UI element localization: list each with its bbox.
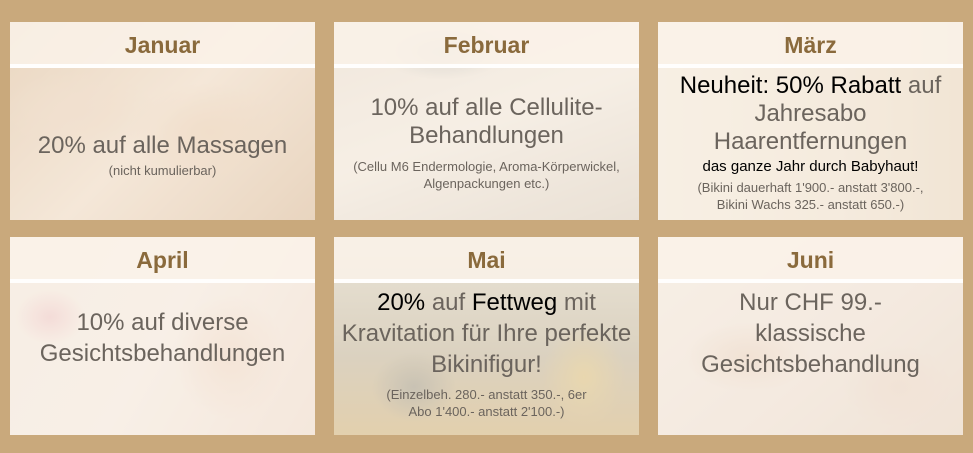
month-title: Juni <box>786 246 835 273</box>
offer-note: (Bikini dauerhaft 1'900.- anstatt 3'800.… <box>697 180 924 212</box>
card-body: 20% auf Fettweg mit Kravitation für Ihre… <box>340 287 633 433</box>
offer-word: auf <box>431 289 466 316</box>
offer-note: (Einzelbeh. 280.- anstatt 350.-, 6er Abo… <box>386 387 587 419</box>
month-title: März <box>784 31 837 58</box>
offer-text: 10% auf diverse Gesichtsbehandlungen <box>39 309 286 367</box>
card-header: Mai <box>334 237 639 283</box>
offer-tagline: das ganze Jahr durch Babyhaut! <box>702 158 919 175</box>
offer-card-juni[interactable]: Juni Nur CHF 99.- klassische Gesichtsbeh… <box>658 237 963 435</box>
card-body: 20% auf alle Massagen (nicht kumulierbar… <box>16 92 309 218</box>
offer-text: 20% auf Fettweg mit Kravitation für Ihre… <box>342 287 632 380</box>
offer-text: Neuheit: 50% Rabatt auf Jahresabo Haaren… <box>661 72 961 156</box>
card-header: Juni <box>658 237 963 283</box>
month-title: April <box>136 246 189 273</box>
offer-text: Nur CHF 99.- klassische Gesichtsbehandlu… <box>701 289 920 378</box>
monthly-offers-grid: Januar 20% auf alle Massagen (nicht kumu… <box>0 0 973 453</box>
card-body: 10% auf diverse Gesichtsbehandlungen <box>16 287 309 433</box>
offer-product: Fettweg <box>471 289 558 316</box>
offer-note: (nicht kumulierbar) <box>108 162 217 178</box>
offer-card-mai[interactable]: Mai 20% auf Fettweg mit Kravitation für … <box>334 237 639 435</box>
card-header: Februar <box>334 22 639 68</box>
card-body: 10% auf alle Cellulite-Behandlungen (Cel… <box>348 68 625 218</box>
offer-card-maerz[interactable]: März Neuheit: 50% Rabatt auf Jahresabo H… <box>658 22 963 220</box>
card-body: Neuheit: 50% Rabatt auf Jahresabo Haaren… <box>664 72 957 218</box>
month-title: Mai <box>467 246 506 273</box>
card-body: Nur CHF 99.- klassische Gesichtsbehandlu… <box>664 287 957 433</box>
card-header: Januar <box>10 22 315 68</box>
month-title: Januar <box>124 31 201 58</box>
offer-note: (Cellu M6 Endermologie, Aroma-Körperwick… <box>353 159 620 191</box>
offer-percent: 20% <box>377 289 426 316</box>
offer-card-april[interactable]: April 10% auf diverse Gesichtsbehandlung… <box>10 237 315 435</box>
month-title: Februar <box>443 31 530 58</box>
offer-card-januar[interactable]: Januar 20% auf alle Massagen (nicht kumu… <box>10 22 315 220</box>
offer-text: 10% auf alle Cellulite-Behandlungen <box>370 94 603 149</box>
offer-card-februar[interactable]: Februar 10% auf alle Cellulite-Behandlun… <box>334 22 639 220</box>
card-header: März <box>658 22 963 68</box>
offer-highlight: Neuheit: 50% Rabatt <box>679 72 902 99</box>
offer-text: 20% auf alle Massagen <box>37 131 288 159</box>
card-header: April <box>10 237 315 283</box>
